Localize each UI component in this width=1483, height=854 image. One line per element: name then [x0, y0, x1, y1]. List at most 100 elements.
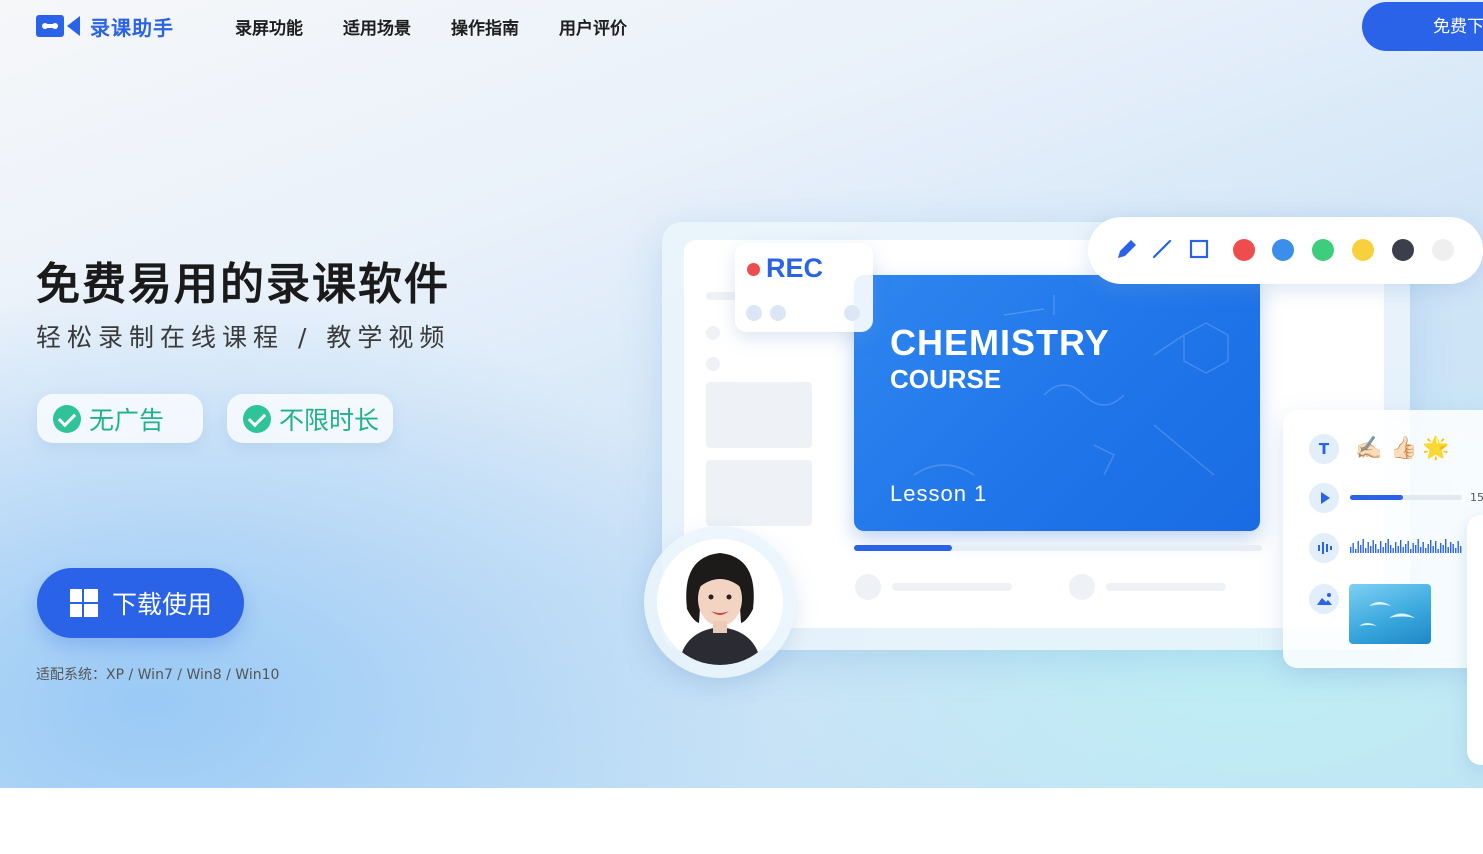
waveform-bar — [1352, 543, 1354, 553]
waveform-bar — [1400, 540, 1402, 553]
edge-card — [1467, 515, 1483, 765]
badge-label: 不限时长 — [279, 405, 380, 435]
waveform-bar — [1427, 544, 1429, 553]
waveform-bar — [1367, 542, 1369, 553]
check-circle-icon — [243, 404, 271, 433]
header-download-button[interactable]: 免费下载 — [1362, 2, 1483, 51]
hero-section: 录课助手 录屏功能 适用场景 操作指南 用户评价 免费下载 免费易用的录课软件 … — [0, 0, 1483, 788]
waveform-bar — [1442, 545, 1444, 553]
color-swatch-dark[interactable] — [1392, 239, 1414, 261]
waveform-bar — [1377, 549, 1379, 553]
thumbs-up-emoji[interactable]: 👍🏻 — [1390, 436, 1417, 461]
waveform-bar — [1382, 547, 1384, 553]
waveform-bar — [1380, 541, 1382, 553]
waveform-bar — [1452, 544, 1454, 553]
hero-headline: 免费易用的录课软件 — [36, 259, 450, 310]
badge-unlimited-time: 不限时长 — [227, 394, 393, 443]
star-emoji[interactable]: 🌟 — [1422, 436, 1449, 461]
waveform-bar — [1410, 549, 1412, 553]
text-tool-icon[interactable]: T — [1309, 434, 1339, 464]
waveform-bar — [1422, 542, 1424, 553]
badge-no-ads: 无广告 — [37, 394, 203, 443]
color-swatch-red[interactable] — [1233, 239, 1255, 261]
waveform-bar — [1407, 541, 1409, 553]
waveform-bar — [1360, 545, 1362, 553]
waveform-bar — [1357, 541, 1359, 553]
waveform-bar — [1385, 543, 1387, 553]
waveform-bar — [1455, 548, 1457, 553]
pen-icon[interactable] — [1114, 236, 1140, 262]
waveform-bar — [1350, 547, 1352, 553]
nav-item-features[interactable]: 录屏功能 — [235, 14, 303, 39]
audio-waveform — [1350, 539, 1462, 553]
waveform-bar — [1405, 544, 1407, 553]
nav-item-guide[interactable]: 操作指南 — [451, 14, 519, 39]
waveform-bar — [1372, 540, 1374, 553]
waveform-bar — [1362, 539, 1364, 553]
brand-name: 录课助手 — [90, 15, 174, 40]
waveform-bar — [1397, 546, 1399, 553]
lesson-label: Lesson 1 — [890, 481, 988, 506]
check-circle-icon — [53, 404, 81, 433]
line-icon[interactable] — [1151, 238, 1173, 260]
placeholder-dot — [706, 326, 720, 340]
add-icon[interactable] — [844, 305, 860, 321]
writing-hand-emoji[interactable]: ✍🏻 — [1355, 436, 1382, 461]
waveform-bar — [1440, 543, 1442, 553]
course-subtitle: COURSE — [890, 364, 1002, 394]
waveform-bar — [1395, 542, 1397, 553]
playback-progress-fill — [854, 545, 952, 551]
waveform-bar — [1417, 539, 1419, 553]
course-title: CHEMISTRY — [890, 322, 1110, 363]
placeholder-dot — [706, 357, 720, 371]
placeholder-thumb — [706, 460, 812, 526]
color-swatch-blue[interactable] — [1272, 239, 1294, 261]
waveform-bar — [1420, 547, 1422, 553]
record-dot-icon — [747, 263, 760, 276]
placeholder-thumb — [706, 382, 812, 448]
color-swatch-yellow[interactable] — [1352, 239, 1374, 261]
waveform-bar — [1430, 540, 1432, 553]
waveform-bar — [1365, 548, 1367, 553]
waveform-bar — [1460, 546, 1462, 553]
waveform-bar — [1435, 541, 1437, 553]
os-compatibility-note: 适配系统：XP / Win7 / Win8 / Win10 — [36, 667, 280, 683]
nav-item-reviews[interactable]: 用户评价 — [559, 14, 627, 39]
placeholder-line — [892, 583, 1012, 591]
color-swatch-green[interactable] — [1312, 239, 1334, 261]
placeholder-dot — [1069, 574, 1095, 600]
pause-icon[interactable] — [746, 305, 762, 321]
hero-download-button[interactable]: 下载使用 — [37, 568, 244, 638]
waveform-bar — [1412, 543, 1414, 553]
waveform-bar — [1402, 547, 1404, 553]
waveform-bar — [1437, 549, 1439, 553]
image-icon[interactable] — [1309, 584, 1339, 614]
waveform-bar — [1390, 545, 1392, 553]
audio-wave-icon[interactable] — [1309, 533, 1339, 563]
waveform-bar — [1447, 547, 1449, 553]
stop-icon[interactable] — [770, 305, 786, 321]
waveform-bar — [1355, 549, 1357, 553]
hero-download-label: 下载使用 — [112, 591, 213, 619]
image-thumbnail[interactable] — [1349, 584, 1431, 644]
placeholder-line — [706, 292, 736, 300]
color-swatch-light[interactable] — [1432, 239, 1454, 261]
placeholder-dot — [855, 574, 881, 600]
rectangle-icon[interactable] — [1188, 238, 1210, 260]
waveform-bar — [1392, 548, 1394, 553]
brand-logo[interactable]: 录课助手 — [36, 12, 174, 40]
main-nav: 录屏功能 适用场景 操作指南 用户评价 — [235, 14, 667, 39]
slider-value: 15 — [1470, 491, 1483, 504]
nav-item-scenarios[interactable]: 适用场景 — [343, 14, 411, 39]
waveform-bar — [1375, 544, 1377, 553]
rec-label: REC — [766, 253, 824, 283]
hero-subline: 轻松录制在线课程 / 教学视频 — [36, 323, 451, 352]
waveform-bar — [1425, 548, 1427, 553]
badge-label: 无广告 — [89, 405, 165, 435]
volume-slider-fill — [1350, 495, 1403, 500]
waveform-bar — [1445, 539, 1447, 553]
waveform-bar — [1432, 546, 1434, 553]
waveform-bar — [1415, 545, 1417, 553]
waveform-bar — [1457, 541, 1459, 553]
play-icon[interactable] — [1309, 483, 1339, 513]
